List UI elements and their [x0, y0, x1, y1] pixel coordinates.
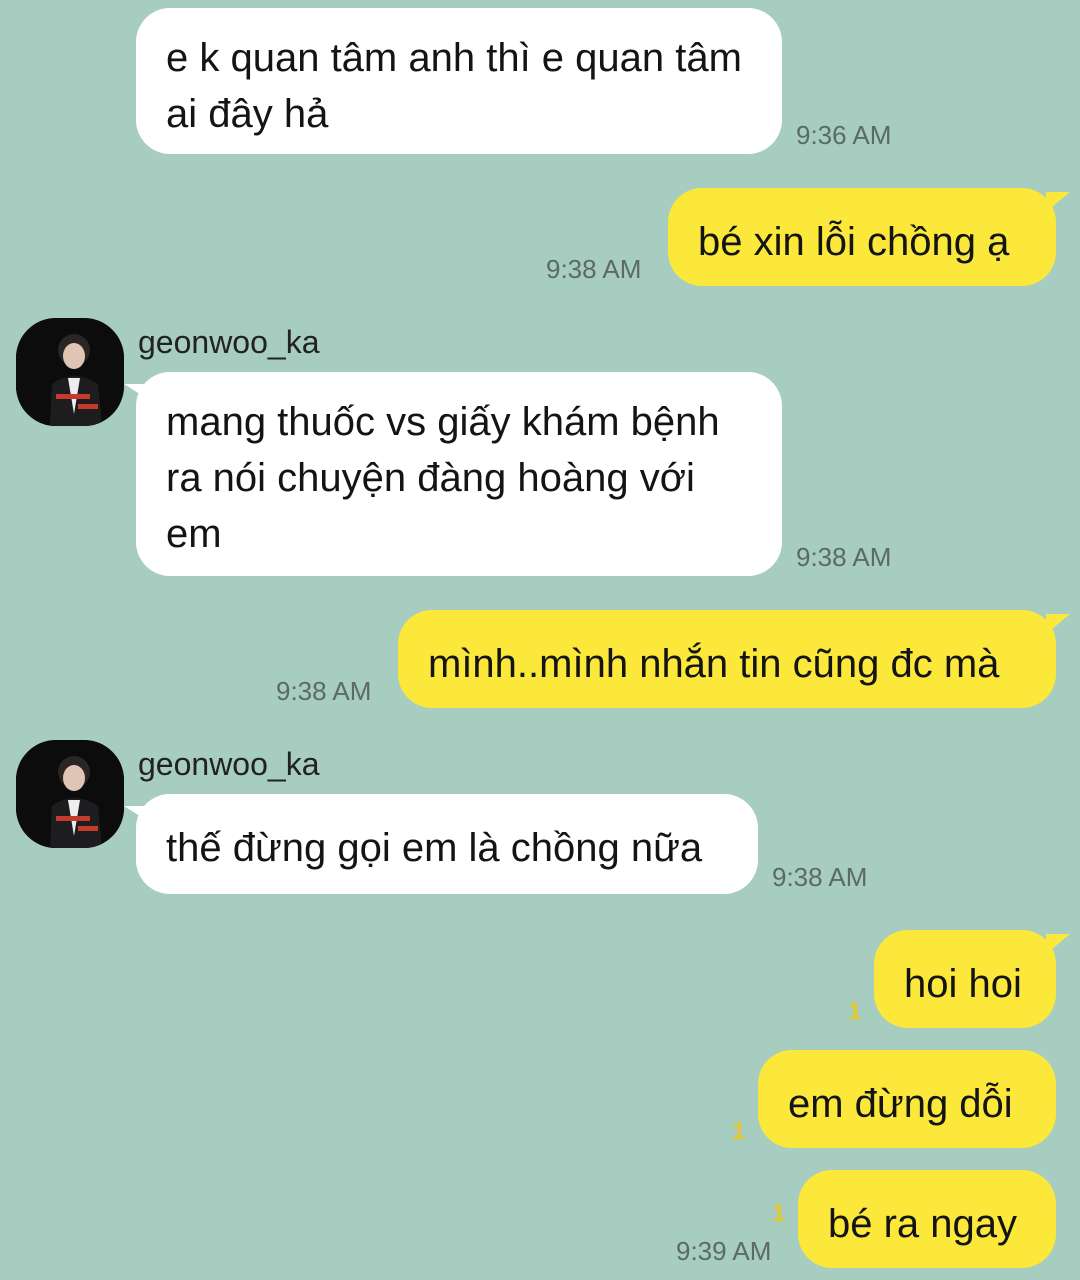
message-time: 9:38 AM [546, 254, 642, 284]
message-bubble-incoming[interactable]: thế đừng gọi em là chồng nữa [124, 794, 758, 894]
message-bubble-outgoing[interactable]: em đừng dỗi [758, 1050, 1056, 1148]
unread-count: 1 [772, 1200, 786, 1227]
message-time: 9:38 AM [276, 676, 372, 706]
sender-name: geonwoo_ka [138, 324, 320, 360]
message-bubble-incoming[interactable]: mang thuốc vs giấy khám bệnh ra nói chuy… [124, 372, 782, 576]
avatar-photo-icon [16, 318, 124, 426]
sender-name: geonwoo_ka [138, 746, 320, 782]
message-bubble-outgoing[interactable]: mình..mình nhắn tin cũng đc mà [398, 610, 1070, 708]
message-time: 9:38 AM [772, 862, 868, 892]
unread-count: 1 [732, 1118, 746, 1145]
message-time: 9:38 AM [796, 542, 892, 572]
message-bubble-outgoing[interactable]: hoi hoi [874, 930, 1070, 1028]
avatar-photo-icon [16, 740, 124, 848]
contact-avatar[interactable] [16, 318, 124, 426]
chat-area[interactable]: e k quan tâm anh thì e quan tâm ai đây h… [0, 0, 1080, 1280]
unread-count: 1 [848, 998, 862, 1025]
message-time: 9:36 AM [796, 120, 892, 150]
message-bubble-incoming[interactable]: e k quan tâm anh thì e quan tâm ai đây h… [136, 8, 782, 154]
message-bubble-outgoing[interactable]: bé xin lỗi chồng ạ [668, 188, 1070, 286]
message-bubble-outgoing[interactable]: bé ra ngay [798, 1170, 1056, 1268]
message-time: 9:39 AM [676, 1236, 772, 1266]
contact-avatar[interactable] [16, 740, 124, 848]
